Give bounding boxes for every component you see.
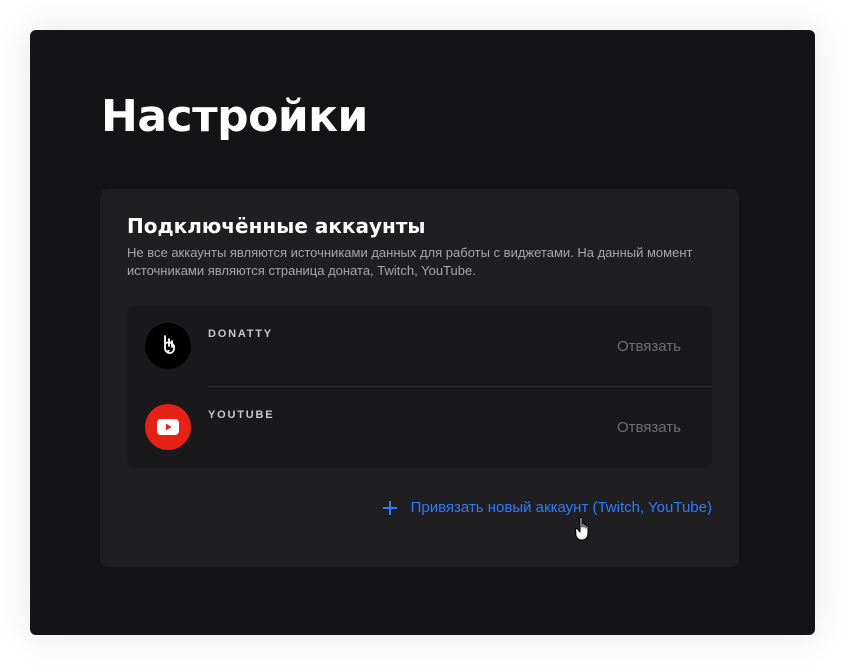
add-account-label: Привязать новый аккаунт (Twitch, YouTube… (410, 499, 712, 516)
add-account-button[interactable]: Привязать новый аккаунт (Twitch, YouTube… (382, 498, 712, 518)
connected-accounts-card: Подключённые аккаунты Не все аккаунты яв… (100, 189, 739, 567)
youtube-logo-icon (145, 404, 191, 450)
unlink-donatty-button[interactable]: Отвязать (617, 337, 681, 357)
donatty-logo-icon (145, 323, 191, 369)
account-name: DONATTY (208, 328, 273, 340)
accounts-list: DONATTY Отвязать YOUTUBE Отвязать (127, 306, 712, 468)
account-name: YOUTUBE (208, 409, 275, 421)
unlink-youtube-button[interactable]: Отвязать (617, 418, 681, 438)
settings-window: Настройки Подключённые аккаунты Не все а… (30, 30, 815, 635)
connected-accounts-title: Подключённые аккаунты (127, 214, 426, 238)
page-title: Настройки (101, 91, 368, 142)
connected-accounts-description: Не все аккаунты являются источниками дан… (127, 245, 693, 278)
plus-icon (382, 501, 397, 515)
account-row-youtube: YOUTUBE Отвязать (127, 387, 712, 468)
account-row-donatty: DONATTY Отвязать (127, 306, 712, 387)
hand-pointer-cursor-icon (575, 516, 589, 541)
